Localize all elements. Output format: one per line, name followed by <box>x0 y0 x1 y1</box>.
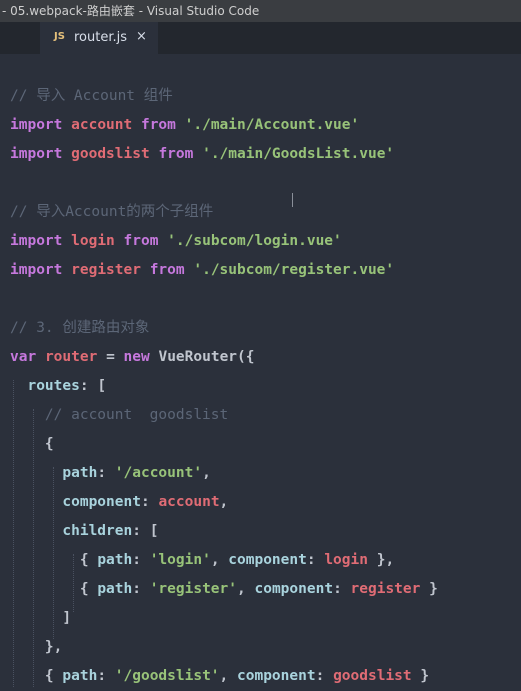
punctuation: , <box>219 494 229 510</box>
property: component <box>237 668 316 684</box>
code-line: import goodslist from './main/GoodsList.… <box>10 140 394 169</box>
operator: = <box>106 349 115 365</box>
punctuation: , <box>219 668 238 684</box>
punctuation: : <box>97 465 115 481</box>
code-line: // account goodslist <box>10 401 228 430</box>
keyword: from <box>149 262 185 278</box>
class-name: VueRouter({ <box>158 349 255 365</box>
code-line: { <box>10 430 54 459</box>
property: path <box>97 581 133 597</box>
punctuation: , <box>237 581 255 597</box>
keyword: new <box>123 349 150 365</box>
code-line: component: account, <box>10 488 228 517</box>
string-literal: '/account' <box>114 465 203 481</box>
property: path <box>97 552 133 568</box>
code-line: // 3. 创建路由对象 <box>10 314 149 343</box>
string-literal: 'login' <box>149 552 211 568</box>
string-literal: './subcom/register.vue' <box>193 262 395 278</box>
code-line: { path: 'register', component: register … <box>10 575 438 604</box>
identifier: account <box>158 494 220 510</box>
punctuation: , <box>210 552 229 568</box>
code-line: import register from './subcom/register.… <box>10 256 394 285</box>
comment: // 导入 Account 组件 <box>10 88 173 104</box>
code-line: ] <box>10 604 71 633</box>
punctuation: } <box>420 581 438 597</box>
code-line: path: '/account', <box>10 459 211 488</box>
punctuation: } <box>411 668 430 684</box>
property: component <box>62 494 141 510</box>
keyword: import <box>10 262 63 278</box>
punctuation: : <box>140 494 159 510</box>
string-literal: './subcom/login.vue' <box>167 233 342 249</box>
punctuation: : <box>333 581 351 597</box>
punctuation: : <box>132 581 150 597</box>
window-title: - 05.webpack-路由嵌套 - Visual Studio Code <box>0 0 521 22</box>
string-literal: '/goodslist' <box>114 668 220 684</box>
identifier: login <box>324 552 368 568</box>
punctuation: , <box>202 465 211 481</box>
keyword: from <box>123 233 159 249</box>
code-line: var router = new VueRouter({ <box>10 343 255 372</box>
comment: // account goodslist <box>44 407 229 423</box>
code-editor[interactable]: // 导入 Account 组件 import account from './… <box>0 54 521 687</box>
code-line: import login from './subcom/login.vue' <box>10 227 342 256</box>
text-cursor <box>292 193 293 207</box>
punctuation: { <box>79 552 98 568</box>
punctuation: : [ <box>132 523 159 539</box>
code-line: // 导入Account的两个子组件 <box>10 198 213 227</box>
code-line: { path: 'login', component: login }, <box>10 546 394 575</box>
code-line: }, <box>10 633 62 662</box>
punctuation: }, <box>44 639 63 655</box>
punctuation: : [ <box>79 378 107 394</box>
string-literal: 'register' <box>149 581 238 597</box>
keyword: var <box>10 349 37 365</box>
property: path <box>62 668 98 684</box>
identifier: register <box>71 262 141 278</box>
punctuation: ] <box>62 610 72 626</box>
tab-label: router.js <box>74 30 128 45</box>
code-line: import account from './main/Account.vue' <box>10 111 359 140</box>
close-icon[interactable]: × <box>136 29 147 44</box>
keyword: import <box>10 233 63 249</box>
javascript-file-icon: JS <box>54 31 65 42</box>
punctuation: { <box>44 436 54 452</box>
identifier: register <box>350 581 421 597</box>
identifier: goodslist <box>71 146 150 162</box>
comment: // 3. 创建路由对象 <box>10 320 150 336</box>
tab-bar: JS router.js × <box>0 22 521 54</box>
string-literal: './main/GoodsList.vue' <box>202 146 395 162</box>
identifier: account <box>71 117 133 133</box>
keyword: from <box>158 146 194 162</box>
property: routes <box>27 378 80 394</box>
comment: // 导入Account的两个子组件 <box>10 204 214 220</box>
punctuation: }, <box>367 552 395 568</box>
punctuation: : <box>315 668 334 684</box>
keyword: import <box>10 146 63 162</box>
property: component <box>228 552 307 568</box>
punctuation: { <box>79 581 98 597</box>
string-literal: './main/Account.vue' <box>184 117 360 133</box>
punctuation: : <box>97 668 115 684</box>
code-line: // 导入 Account 组件 <box>10 82 173 111</box>
code-line: routes: [ <box>10 372 106 401</box>
identifier: login <box>71 233 115 249</box>
identifier: router <box>44 349 98 365</box>
punctuation: : <box>132 552 150 568</box>
identifier: goodslist <box>333 668 412 684</box>
property: component <box>254 581 334 597</box>
code-line: children: [ <box>10 517 158 546</box>
property: path <box>62 465 98 481</box>
property: children <box>62 523 133 539</box>
punctuation: { <box>44 668 63 684</box>
keyword: from <box>140 117 176 133</box>
tab-router-js[interactable]: JS router.js × <box>40 22 158 54</box>
punctuation: : <box>306 552 325 568</box>
keyword: import <box>10 117 63 133</box>
